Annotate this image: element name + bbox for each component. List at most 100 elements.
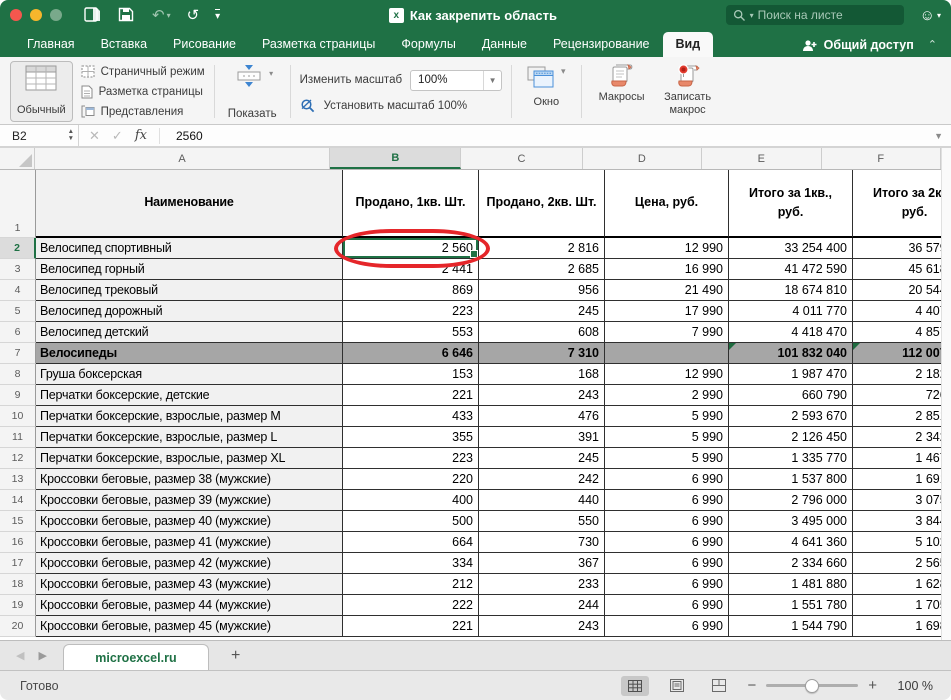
row-header-13[interactable]: 13 bbox=[0, 469, 36, 490]
name-box[interactable]: B2 ▲▼ bbox=[0, 125, 78, 146]
status-normal-view-button[interactable] bbox=[621, 676, 649, 696]
cell-F18[interactable]: 1 628 670 bbox=[853, 574, 951, 595]
insert-function-icon[interactable]: fx bbox=[135, 128, 147, 143]
cell-A15[interactable]: Кроссовки беговые, размер 40 (мужские) bbox=[36, 511, 343, 532]
cell-E6[interactable]: 4 418 470 bbox=[729, 322, 853, 343]
cell-F9[interactable]: 726 570 bbox=[853, 385, 951, 406]
cell-E19[interactable]: 1 551 780 bbox=[729, 595, 853, 616]
header-cell-price[interactable]: Цена, руб. bbox=[605, 170, 729, 238]
cell-B5[interactable]: 223 bbox=[343, 301, 479, 322]
cell-C14[interactable]: 440 bbox=[479, 490, 605, 511]
cell-E3[interactable]: 41 472 590 bbox=[729, 259, 853, 280]
cell-A3[interactable]: Велосипед горный bbox=[36, 259, 343, 280]
cell-B12[interactable]: 223 bbox=[343, 448, 479, 469]
row-header-12[interactable]: 12 bbox=[0, 448, 36, 469]
cell-A2[interactable]: Велосипед спортивный bbox=[36, 238, 343, 259]
formula-input[interactable]: 2560 bbox=[170, 129, 203, 143]
cell-A20[interactable]: Кроссовки беговые, размер 45 (мужские) bbox=[36, 616, 343, 637]
cell-A11[interactable]: Перчатки боксерские, взрослые, размер L bbox=[36, 427, 343, 448]
cell-E17[interactable]: 2 334 660 bbox=[729, 553, 853, 574]
name-box-stepper[interactable]: ▲▼ bbox=[68, 129, 74, 142]
zoom-slider[interactable] bbox=[766, 684, 858, 687]
cell-D9[interactable]: 2 990 bbox=[605, 385, 729, 406]
cell-C6[interactable]: 608 bbox=[479, 322, 605, 343]
cell-C13[interactable]: 242 bbox=[479, 469, 605, 490]
cell-E8[interactable]: 1 987 470 bbox=[729, 364, 853, 385]
cell-F4[interactable]: 20 544 440 bbox=[853, 280, 951, 301]
header-cell-total1[interactable]: Итого за 1кв., руб. bbox=[729, 170, 853, 238]
cell-F20[interactable]: 1 698 570 bbox=[853, 616, 951, 637]
column-header-F[interactable]: F bbox=[822, 148, 941, 169]
row-header-11[interactable]: 11 bbox=[0, 427, 36, 448]
row-header-3[interactable]: 3 bbox=[0, 259, 36, 280]
prev-sheet-arrow-icon[interactable]: ◀ bbox=[16, 649, 24, 662]
cell-D7[interactable] bbox=[605, 343, 729, 364]
zoom-combobox[interactable]: 100% ▼ bbox=[410, 70, 502, 91]
undo-button[interactable]: ↶▾ bbox=[152, 6, 171, 24]
cell-D10[interactable]: 5 990 bbox=[605, 406, 729, 427]
tab-view[interactable]: Вид bbox=[663, 32, 714, 57]
page-layout-view-button[interactable]: Разметка страницы bbox=[81, 83, 205, 100]
cell-F15[interactable]: 3 844 500 bbox=[853, 511, 951, 532]
cell-A17[interactable]: Кроссовки беговые, размер 42 (мужские) bbox=[36, 553, 343, 574]
cell-F13[interactable]: 1 691 580 bbox=[853, 469, 951, 490]
row-header-2[interactable]: 2 bbox=[0, 238, 36, 259]
cell-B17[interactable]: 334 bbox=[343, 553, 479, 574]
cell-B7[interactable]: 6 646 bbox=[343, 343, 479, 364]
minimize-window-button[interactable] bbox=[30, 9, 42, 21]
redo-button[interactable]: ↺ bbox=[187, 6, 200, 24]
cell-C15[interactable]: 550 bbox=[479, 511, 605, 532]
cell-F17[interactable]: 2 565 330 bbox=[853, 553, 951, 574]
cell-D12[interactable]: 5 990 bbox=[605, 448, 729, 469]
cell-B2[interactable]: 2 560 bbox=[343, 238, 479, 259]
cell-D17[interactable]: 6 990 bbox=[605, 553, 729, 574]
cell-C3[interactable]: 2 685 bbox=[479, 259, 605, 280]
column-header-A[interactable]: A bbox=[35, 148, 331, 169]
cell-E20[interactable]: 1 544 790 bbox=[729, 616, 853, 637]
cell-F12[interactable]: 1 467 550 bbox=[853, 448, 951, 469]
cell-E15[interactable]: 3 495 000 bbox=[729, 511, 853, 532]
column-header-E[interactable]: E bbox=[702, 148, 821, 169]
cell-B9[interactable]: 221 bbox=[343, 385, 479, 406]
show-dropdown-button[interactable]: ▾ Показать bbox=[224, 61, 281, 122]
enter-check-icon[interactable]: ✓ bbox=[112, 128, 123, 144]
cell-F14[interactable]: 3 075 600 bbox=[853, 490, 951, 511]
cell-D18[interactable]: 6 990 bbox=[605, 574, 729, 595]
cell-D15[interactable]: 6 990 bbox=[605, 511, 729, 532]
cell-F7[interactable]: 112 007 900 bbox=[853, 343, 951, 364]
column-header-B[interactable]: B bbox=[330, 148, 461, 169]
cell-F10[interactable]: 2 851 240 bbox=[853, 406, 951, 427]
cell-D13[interactable]: 6 990 bbox=[605, 469, 729, 490]
cell-E11[interactable]: 2 126 450 bbox=[729, 427, 853, 448]
cell-F6[interactable]: 4 857 920 bbox=[853, 322, 951, 343]
row-header-14[interactable]: 14 bbox=[0, 490, 36, 511]
row-header-7[interactable]: 7 bbox=[0, 343, 36, 364]
cell-E4[interactable]: 18 674 810 bbox=[729, 280, 853, 301]
cell-C18[interactable]: 233 bbox=[479, 574, 605, 595]
cell-C5[interactable]: 245 bbox=[479, 301, 605, 322]
cell-D4[interactable]: 21 490 bbox=[605, 280, 729, 301]
row-header-1[interactable]: 1 bbox=[0, 170, 36, 238]
page-break-preview-button[interactable]: Страничный режим bbox=[81, 63, 205, 80]
cell-C16[interactable]: 730 bbox=[479, 532, 605, 553]
cell-B11[interactable]: 355 bbox=[343, 427, 479, 448]
cell-B15[interactable]: 500 bbox=[343, 511, 479, 532]
cell-C2[interactable]: 2 816 bbox=[479, 238, 605, 259]
cell-A13[interactable]: Кроссовки беговые, размер 38 (мужские) bbox=[36, 469, 343, 490]
row-header-9[interactable]: 9 bbox=[0, 385, 36, 406]
zoom-slider-thumb[interactable] bbox=[805, 679, 819, 693]
cell-F19[interactable]: 1 705 560 bbox=[853, 595, 951, 616]
cell-C9[interactable]: 243 bbox=[479, 385, 605, 406]
cell-A10[interactable]: Перчатки боксерские, взрослые, размер M bbox=[36, 406, 343, 427]
row-header-4[interactable]: 4 bbox=[0, 280, 36, 301]
column-header-C[interactable]: C bbox=[461, 148, 582, 169]
cell-F8[interactable]: 2 182 320 bbox=[853, 364, 951, 385]
header-cell-q2[interactable]: Продано, 2кв. Шт. bbox=[479, 170, 605, 238]
cell-D8[interactable]: 12 990 bbox=[605, 364, 729, 385]
column-header-D[interactable]: D bbox=[583, 148, 702, 169]
cell-C12[interactable]: 245 bbox=[479, 448, 605, 469]
cell-D16[interactable]: 6 990 bbox=[605, 532, 729, 553]
row-header-20[interactable]: 20 bbox=[0, 616, 36, 637]
add-sheet-button[interactable]: + bbox=[209, 647, 262, 670]
cell-C7[interactable]: 7 310 bbox=[479, 343, 605, 364]
